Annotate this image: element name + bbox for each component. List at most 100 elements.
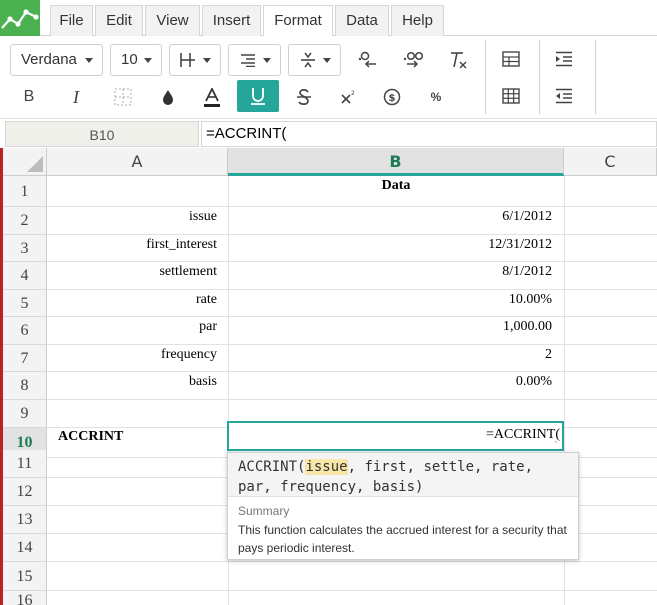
cell-a6[interactable]: par <box>47 319 217 335</box>
cell-a2[interactable]: issue <box>47 209 217 225</box>
increase-indent-button[interactable] <box>549 45 579 75</box>
bold-button[interactable]: B <box>14 82 44 112</box>
grid-row-line <box>47 371 657 372</box>
clear-format-icon <box>451 52 467 69</box>
menu-edit[interactable]: Edit <box>95 5 143 36</box>
decrease-indent-button[interactable] <box>549 82 579 112</box>
cell-a5[interactable]: rate <box>47 292 217 308</box>
chevron-down-icon <box>203 58 211 63</box>
cell-b5[interactable]: 10.00% <box>228 292 552 308</box>
table-icon <box>502 51 520 67</box>
menu-insert[interactable]: Insert <box>202 5 261 36</box>
function-signature: ACCRINT(issue, first, settle, rate, par, … <box>228 453 578 497</box>
merge-cells-button[interactable] <box>496 45 526 75</box>
row-header-5[interactable]: 5 <box>3 290 47 317</box>
increase-decimal-button[interactable] <box>397 45 427 75</box>
cell-a3[interactable]: first_interest <box>47 237 217 253</box>
chevron-down-icon <box>144 58 152 63</box>
menu-format[interactable]: Format <box>263 5 333 36</box>
underline-button[interactable] <box>237 80 279 112</box>
cell-b1[interactable]: Data <box>228 178 564 194</box>
menu-data[interactable]: Data <box>335 5 389 36</box>
chevron-down-icon <box>323 58 331 63</box>
menu-help[interactable]: Help <box>391 5 444 36</box>
grid-row-line <box>47 261 657 262</box>
currency-format-button[interactable]: $ <box>377 82 407 112</box>
row-header-15[interactable]: 15 <box>3 562 47 591</box>
active-argument: issue <box>305 459 348 475</box>
active-cell-b10[interactable]: =ACCRINT( <box>227 421 564 451</box>
clear-format-button[interactable] <box>442 45 472 75</box>
align-right-icon <box>241 54 255 67</box>
horizontal-align-select[interactable] <box>169 44 221 76</box>
row-header-13[interactable]: 13 <box>3 506 47 534</box>
function-hint-popup: ACCRINT(issue, first, settle, rate, par, … <box>227 452 579 560</box>
grid-row-line <box>47 206 657 207</box>
row-header-1[interactable]: 1 <box>3 176 47 207</box>
name-box[interactable]: B10 <box>5 121 199 147</box>
cell-a10[interactable]: ACCRINT <box>58 429 123 445</box>
function-description: This function calculates the accrued int… <box>238 523 567 555</box>
app-logo-icon <box>0 0 40 36</box>
cell-a8[interactable]: basis <box>47 374 217 390</box>
grid-button[interactable] <box>496 82 526 112</box>
row-header-16[interactable]: 16 <box>3 591 47 605</box>
underline-icon <box>251 88 265 105</box>
signature-line-2: par, frequency, basis) <box>238 479 424 495</box>
font-size-value: 10 <box>121 51 138 68</box>
grid-row-line <box>47 289 657 290</box>
row-header-14[interactable]: 14 <box>3 534 47 562</box>
column-header-c[interactable]: C <box>564 148 657 176</box>
column-header-b[interactable]: B <box>228 148 564 176</box>
percent-icon: % <box>430 90 442 104</box>
cell-a7[interactable]: frequency <box>47 347 217 363</box>
row-header-8[interactable]: 8 <box>3 372 47 400</box>
text-align-select[interactable] <box>228 44 281 76</box>
row-header-12[interactable]: 12 <box>3 478 47 506</box>
toolbar-divider <box>595 40 596 114</box>
percent-format-button[interactable]: % <box>421 82 451 112</box>
editor-text: =ACCRINT <box>485 427 556 442</box>
grid-row-line <box>47 234 657 235</box>
font-family-select[interactable]: Verdana <box>10 44 103 76</box>
row-header-3[interactable]: 3 <box>3 235 47 262</box>
cell-b7[interactable]: 2 <box>228 347 552 363</box>
cell-b2[interactable]: 6/1/2012 <box>228 209 552 225</box>
svg-text:$: $ <box>389 93 396 104</box>
italic-button[interactable]: I <box>61 82 91 112</box>
cell-b4[interactable]: 8/1/2012 <box>228 264 552 280</box>
fill-color-button[interactable] <box>153 82 183 112</box>
borders-button[interactable] <box>108 82 138 112</box>
select-all-corner[interactable] <box>3 148 47 176</box>
cell-b3[interactable]: 12/31/2012 <box>228 237 552 253</box>
cell-b8[interactable]: 0.00% <box>228 374 552 390</box>
menu-file[interactable]: File <box>50 5 93 36</box>
decrease-decimal-icon <box>358 51 376 68</box>
column-header-a[interactable]: A <box>47 148 228 176</box>
formula-input[interactable]: =ACCRINT( <box>201 121 657 147</box>
menu-view[interactable]: View <box>145 5 200 36</box>
spreadsheet-app: File Edit View Insert Format Data Help V… <box>0 0 657 605</box>
text-color-button[interactable] <box>197 82 227 112</box>
cell-editor[interactable]: =ACCRINT( <box>486 427 560 443</box>
font-family-value: Verdana <box>21 51 77 68</box>
strikethrough-button[interactable] <box>289 82 319 112</box>
row-header-6[interactable]: 6 <box>3 317 47 345</box>
row-header-4[interactable]: 4 <box>3 262 47 290</box>
summary-label: Summary <box>238 504 290 518</box>
increase-decimal-icon <box>403 51 424 68</box>
row-header-9[interactable]: 9 <box>3 400 47 428</box>
text-color-icon <box>204 88 220 107</box>
superscript-button[interactable]: 2 <box>333 82 363 112</box>
row-header-2[interactable]: 2 <box>3 207 47 235</box>
row-header-7[interactable]: 7 <box>3 345 47 372</box>
font-size-select[interactable]: 10 <box>110 44 162 76</box>
cell-a4[interactable]: settlement <box>47 264 217 280</box>
borders-icon <box>114 88 132 106</box>
superscript-icon: 2 <box>341 90 355 104</box>
vertical-align-select[interactable] <box>288 44 341 76</box>
cell-b6[interactable]: 1,000.00 <box>228 319 552 335</box>
decrease-decimal-button[interactable] <box>352 45 382 75</box>
row-header-11[interactable]: 11 <box>3 450 47 478</box>
editor-paren: ( <box>555 427 560 442</box>
